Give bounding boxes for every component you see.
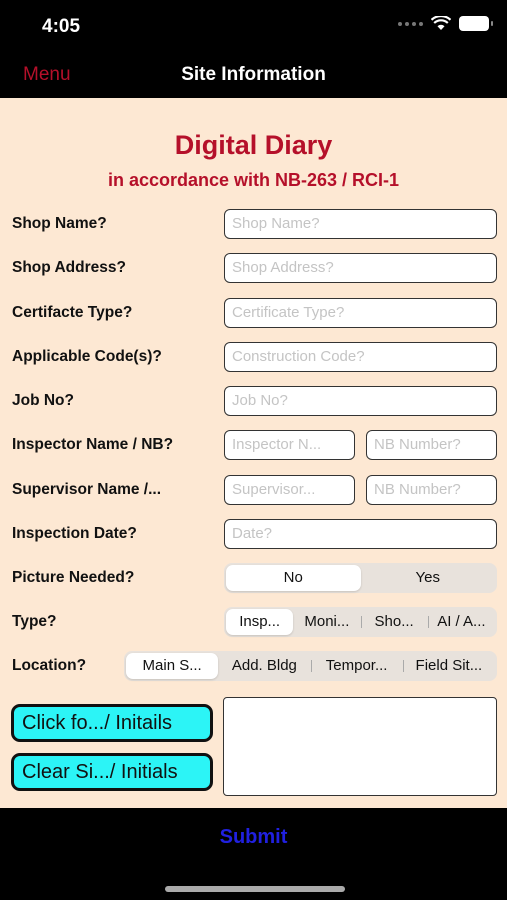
construction-code-input[interactable]: Construction Code? <box>224 342 497 372</box>
form-content: Digital Diary in accordance with NB-263 … <box>0 98 507 808</box>
certificate-type-row: Certifacte Type? Certificate Type? <box>0 298 507 328</box>
inspection-date-label: Inspection Date? <box>12 525 137 542</box>
inspector-name-input[interactable]: Inspector N... <box>224 430 355 460</box>
inspector-row: Inspector Name / NB? Inspector N... NB N… <box>0 430 507 460</box>
home-indicator <box>165 886 345 892</box>
inspection-date-row: Inspection Date? Date? <box>0 519 507 549</box>
submit-button[interactable]: Submit <box>0 826 507 849</box>
segment-main-shop[interactable]: Main S... <box>126 653 219 679</box>
supervisor-name-input[interactable]: Supervisor... <box>224 475 355 505</box>
wifi-icon <box>431 16 451 30</box>
shop-address-label: Shop Address? <box>12 259 126 276</box>
nav-title: Site Information <box>181 64 326 85</box>
signal-icon <box>398 21 423 26</box>
date-input[interactable]: Date? <box>224 519 497 549</box>
segment-yes[interactable]: Yes <box>361 565 496 591</box>
battery-icon <box>459 16 493 31</box>
certificate-type-input[interactable]: Certificate Type? <box>224 298 497 328</box>
segment-ai[interactable]: AI / A... <box>427 609 495 635</box>
app-subtitle: in accordance with NB-263 / RCI-1 <box>107 170 400 190</box>
type-segmented-control: Insp... Moni... Sho... AI / A... <box>224 607 497 637</box>
segment-no[interactable]: No <box>226 565 361 591</box>
status-icons <box>398 16 493 31</box>
screen: 4:05 Menu Site Information Digital Diary… <box>0 0 507 900</box>
picture-needed-label: Picture Needed? <box>12 569 135 586</box>
job-no-input[interactable]: Job No? <box>224 386 497 416</box>
supervisor-nb-input[interactable]: NB Number? <box>366 475 497 505</box>
certificate-type-label: Certifacte Type? <box>12 304 133 321</box>
segment-inspection[interactable]: Insp... <box>226 609 294 635</box>
segment-field-site[interactable]: Field Sit... <box>402 653 495 679</box>
inspector-label: Inspector Name / NB? <box>12 436 174 453</box>
signature-pad[interactable] <box>223 697 497 796</box>
shop-name-input[interactable]: Shop Name? <box>224 209 497 239</box>
job-no-row: Job No? Job No? <box>0 386 507 416</box>
shop-name-label: Shop Name? <box>12 215 107 232</box>
type-label: Type? <box>12 613 57 630</box>
segment-temporary[interactable]: Tempor... <box>310 653 403 679</box>
picture-needed-row: Picture Needed? No Yes <box>0 563 507 593</box>
status-time: 4:05 <box>42 16 81 37</box>
click-initials-button[interactable]: Click fo.../ Initails <box>11 704 213 742</box>
segment-monitoring[interactable]: Moni... <box>293 609 360 635</box>
location-label: Location? <box>12 657 87 674</box>
location-row: Location? Main S... Add. Bldg Tempor... … <box>0 651 507 681</box>
job-no-label: Job No? <box>12 392 74 409</box>
location-segmented-control: Main S... Add. Bldg Tempor... Field Sit.… <box>124 651 497 681</box>
shop-address-row: Shop Address? Shop Address? <box>0 253 507 283</box>
clear-initials-button[interactable]: Clear Si.../ Initials <box>11 753 213 791</box>
supervisor-label: Supervisor Name /... <box>12 481 162 498</box>
bottom-bar: Submit <box>0 808 507 900</box>
segment-shop[interactable]: Sho... <box>360 609 428 635</box>
shop-name-row: Shop Name? Shop Name? <box>0 209 507 239</box>
applicable-codes-label: Applicable Code(s)? <box>12 348 162 365</box>
status-bar: 4:05 <box>0 0 507 50</box>
picture-needed-segmented-control: No Yes <box>224 563 497 593</box>
segment-add-bldg[interactable]: Add. Bldg <box>218 653 310 679</box>
type-row: Type? Insp... Moni... Sho... AI / A... <box>0 607 507 637</box>
inspector-nb-input[interactable]: NB Number? <box>366 430 497 460</box>
applicable-codes-row: Applicable Code(s)? Construction Code? <box>0 342 507 372</box>
app-title: Digital Diary <box>174 130 333 160</box>
nav-bar: Menu Site Information <box>0 52 507 98</box>
supervisor-row: Supervisor Name /... Supervisor... NB Nu… <box>0 475 507 505</box>
shop-address-input[interactable]: Shop Address? <box>224 253 497 283</box>
